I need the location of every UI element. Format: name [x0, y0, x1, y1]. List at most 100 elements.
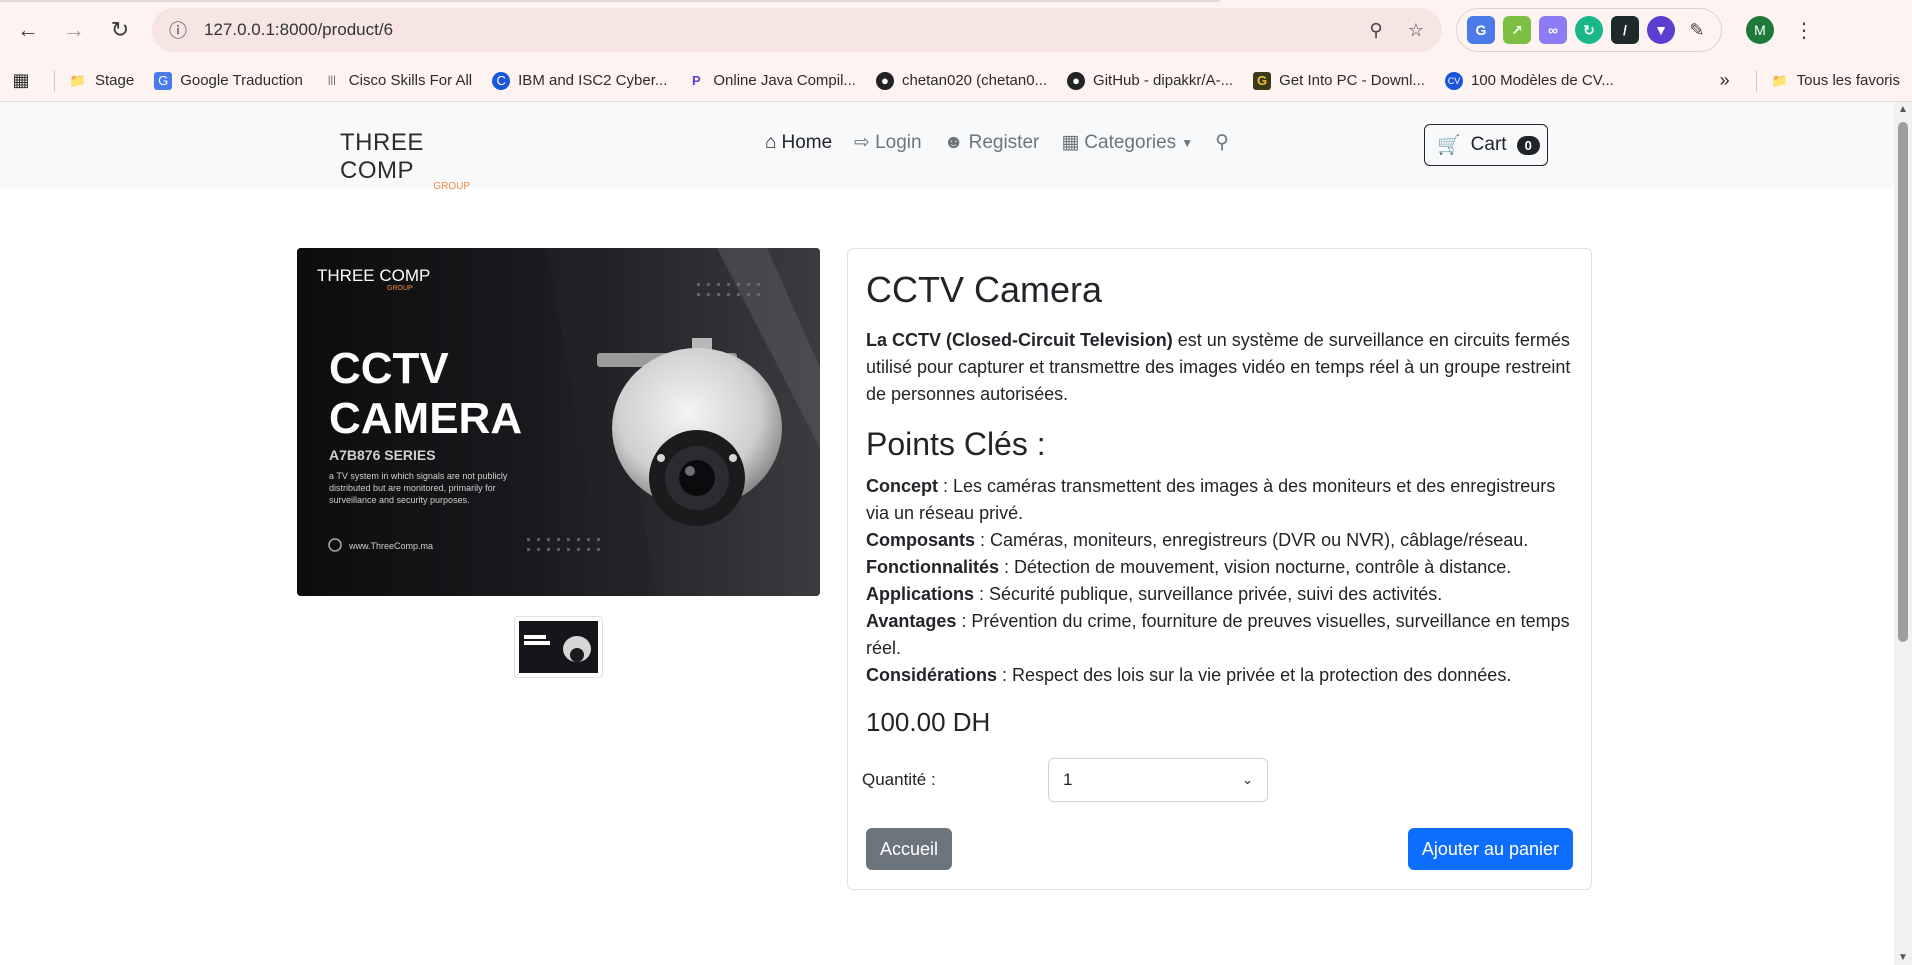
key-points-heading: Points Clés :: [866, 426, 1046, 462]
search-icon[interactable]: ⚲: [1215, 131, 1229, 154]
shield-extension-icon[interactable]: ▼: [1647, 16, 1675, 44]
site-info-icon[interactable]: ⓘ: [164, 17, 192, 43]
getintopc-icon: G: [1253, 71, 1272, 90]
product-page: THREE COMP GROUP CCTV CAMERA A7B876 SERI…: [0, 188, 1912, 964]
key-point-item: Composants : Caméras, moniteurs, enregis…: [866, 527, 1573, 554]
key-point-label: Composants: [866, 530, 976, 550]
banner-blurb: a TV system in which signals are not pub…: [329, 471, 508, 505]
ibm-icon: C: [492, 71, 511, 90]
key-point-text: : Les caméras transmettent des images à …: [866, 476, 1556, 523]
bookmarks-separator: [1755, 69, 1757, 92]
key-point-label: Applications: [866, 584, 975, 604]
banner-brand: THREE COMP: [317, 266, 430, 285]
login-icon: ⇨: [854, 132, 871, 153]
key-point-label: Considérations: [866, 665, 998, 685]
key-point-text: : Détection de mouvement, vision nocturn…: [999, 557, 1512, 577]
product-title: CCTV Camera: [866, 269, 1103, 310]
forward-button[interactable]: →: [54, 10, 94, 50]
bookmark-label: Get Into PC - Downl...: [1279, 72, 1425, 89]
browser-toolbar: ← → ↻ ⓘ 127.0.0.1:8000/product/6 ⚲ ☆ G ↗…: [0, 0, 1912, 60]
thumbnail-graphic: [519, 621, 598, 673]
action-buttons: Accueil Ajouter au panier: [866, 828, 1573, 870]
sync-extension-icon[interactable]: ↻: [1575, 16, 1603, 44]
key-point-item: Fonctionnalités : Détection de mouvement…: [866, 554, 1573, 581]
site-logo[interactable]: THREE COMP GROUP: [340, 129, 480, 192]
nav-login[interactable]: ⇨ Login: [854, 131, 921, 154]
key-point-item: Considérations : Respect des lois sur la…: [866, 662, 1573, 689]
cv-icon: CV: [1444, 71, 1463, 90]
scroll-up-icon[interactable]: ▲: [1898, 104, 1908, 115]
browser-menu-icon[interactable]: ⋮: [1794, 18, 1814, 43]
key-point-item: Applications : Sécurité publique, survei…: [866, 581, 1573, 608]
bookmark-getintopc[interactable]: G Get Into PC - Downl...: [1253, 71, 1425, 90]
address-bar[interactable]: ⓘ 127.0.0.1:8000/product/6 ⚲ ☆: [152, 8, 1442, 52]
page-load-progress: [0, 0, 1220, 2]
bookmark-google-traduction[interactable]: G Google Traduction: [154, 71, 303, 90]
key-point-text: : Prévention du crime, fourniture de pre…: [866, 611, 1570, 658]
key-point-label: Fonctionnalités: [866, 557, 1000, 577]
reload-button[interactable]: ↻: [100, 10, 140, 50]
caret-down-icon: ▼: [1181, 135, 1194, 150]
github-icon: ●: [1067, 71, 1086, 90]
key-point-label: Avantages: [866, 611, 957, 631]
key-points-list: Concept : Les caméras transmettent des i…: [866, 473, 1573, 689]
google-translate-icon: G: [154, 71, 173, 90]
nav-categories-dropdown[interactable]: ▦ Categories ▼: [1061, 131, 1193, 154]
bookmark-cisco[interactable]: ||| Cisco Skills For All: [323, 72, 472, 90]
page-scrollbar[interactable]: ▲ ▼: [1894, 102, 1912, 965]
product-main-image[interactable]: THREE COMP GROUP CCTV CAMERA A7B876 SERI…: [297, 248, 820, 596]
back-button[interactable]: ←: [8, 10, 48, 50]
folder-icon: 📁: [1771, 72, 1788, 88]
extensions-group: G ↗ ∞ ↻ / ▼ ✎: [1456, 8, 1722, 52]
user-plus-icon: ☻: [943, 131, 964, 153]
zoom-icon[interactable]: ⚲: [1362, 20, 1390, 41]
product-details-card: CCTV Camera La CCTV (Closed-Circuit Tele…: [847, 248, 1592, 890]
compiler-icon: P: [692, 73, 701, 88]
banner-line2: CAMERA: [329, 394, 522, 443]
nav-home[interactable]: ⌂ Home: [765, 132, 832, 154]
nav-categories-label: Categories: [1084, 131, 1177, 153]
home-button[interactable]: Accueil: [866, 828, 953, 870]
cctv-banner-graphic: THREE COMP GROUP CCTV CAMERA A7B876 SERI…: [297, 248, 820, 596]
bookmark-label: 100 Modèles de CV...: [1470, 72, 1614, 89]
cart-button[interactable]: 🛒 Cart 0: [1424, 124, 1548, 166]
chevron-down-icon: ⌄: [1242, 772, 1253, 787]
terminal-extension-icon[interactable]: /: [1611, 16, 1639, 44]
site-navbar: THREE COMP GROUP ⌂ Home ⇨ Login ☻ Register …: [0, 102, 1912, 192]
bookmark-cv[interactable]: CV 100 Modèles de CV...: [1444, 71, 1614, 90]
description-bold: La CCTV (Closed-Circuit Television): [866, 330, 1173, 350]
main-menu: ⌂ Home ⇨ Login ☻ Register ▦ Categories ▼ ⚲: [765, 131, 1229, 154]
banner-brand-sub: GROUP: [387, 285, 413, 292]
bookmarks-separator: [54, 69, 55, 92]
bookmark-java-compiler[interactable]: P Online Java Compil...: [687, 72, 856, 90]
cart-count-badge: 0: [1516, 135, 1540, 155]
cart-label: Cart: [1470, 134, 1507, 155]
bookmark-ibm[interactable]: C IBM and ISC2 Cyber...: [492, 71, 668, 90]
banner-line1: CCTV: [329, 344, 449, 393]
quantity-label: Quantité :: [862, 770, 936, 789]
bookmark-github-dipakkr[interactable]: ● GitHub - dipakkr/A-...: [1067, 71, 1233, 90]
key-point-text: : Respect des lois sur la vie privée et …: [997, 665, 1512, 685]
add-to-cart-button[interactable]: Ajouter au panier: [1407, 828, 1573, 870]
profile-avatar[interactable]: M: [1746, 16, 1774, 44]
bookmark-label: chetan020 (chetan0...: [901, 72, 1048, 89]
product-thumbnail[interactable]: [514, 616, 603, 678]
url-text[interactable]: 127.0.0.1:8000/product/6: [204, 20, 1350, 40]
puzzle-icon[interactable]: ✎: [1683, 16, 1711, 44]
chart-extension-icon[interactable]: ↗: [1503, 16, 1531, 44]
all-bookmarks-folder[interactable]: 📁 Tous les favoris: [1771, 72, 1900, 90]
ai-extension-icon[interactable]: ∞: [1539, 16, 1567, 44]
bookmark-star-icon[interactable]: ☆: [1402, 20, 1430, 41]
bookmark-chetan[interactable]: ● chetan020 (chetan0...: [875, 71, 1048, 90]
translate-extension-icon[interactable]: G: [1467, 16, 1495, 44]
scroll-down-icon[interactable]: ▼: [1898, 952, 1908, 963]
more-bookmarks-icon[interactable]: »: [1720, 70, 1730, 91]
nav-register[interactable]: ☻ Register: [944, 132, 1040, 154]
key-point-text: : Sécurité publique, surveillance privée…: [974, 584, 1443, 604]
banner-site: www.ThreeComp.ma: [348, 541, 433, 551]
bookmark-label: IBM and ISC2 Cyber...: [518, 72, 668, 89]
apps-icon[interactable]: ▦: [12, 70, 30, 90]
quantity-select[interactable]: 1 ⌄: [1048, 758, 1268, 802]
scrollbar-thumb[interactable]: [1898, 122, 1908, 642]
bookmark-stage[interactable]: 📁 Stage: [69, 72, 134, 90]
